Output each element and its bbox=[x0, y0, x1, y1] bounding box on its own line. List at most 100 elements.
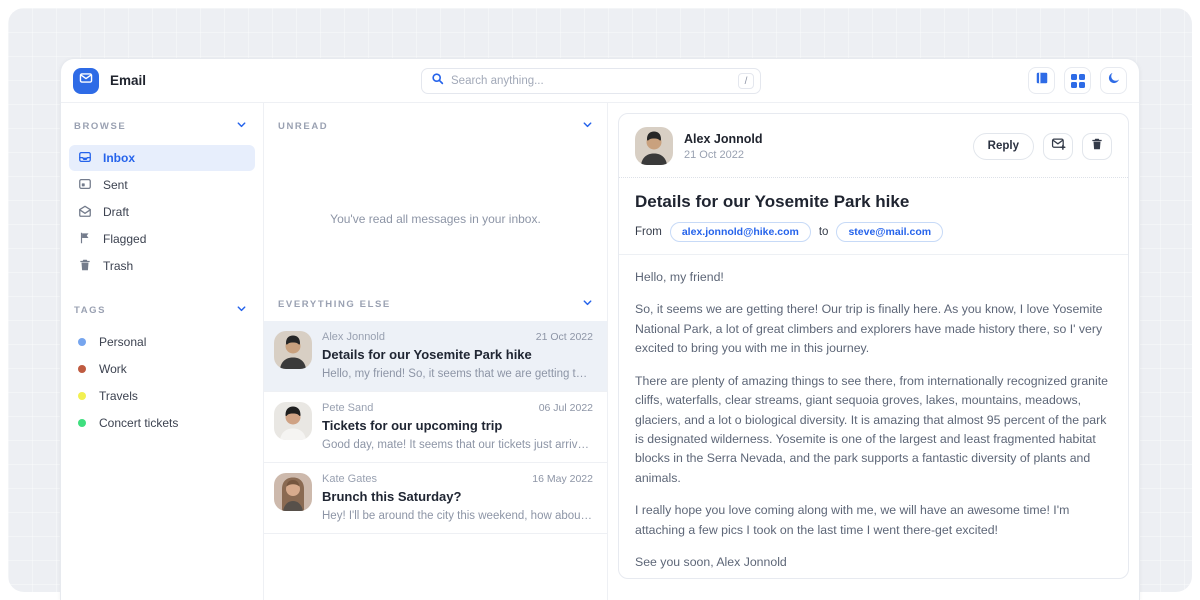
tags-section-header[interactable]: TAGS bbox=[61, 301, 263, 329]
avatar bbox=[274, 473, 312, 511]
detail-date: 21 Oct 2022 bbox=[684, 149, 762, 161]
detail-actions: Reply bbox=[973, 133, 1112, 160]
divider bbox=[619, 177, 1128, 178]
avatar bbox=[274, 331, 312, 369]
from-email-chip[interactable]: alex.jonnold@hike.com bbox=[670, 222, 811, 242]
tag-item-personal[interactable]: Personal bbox=[69, 329, 255, 355]
email-preview: Good day, mate! It seems that our ticket… bbox=[322, 439, 593, 451]
sidebar-item-label: Sent bbox=[103, 178, 128, 192]
email-date: 06 Jul 2022 bbox=[539, 402, 593, 414]
to-label: to bbox=[819, 226, 829, 238]
apps-grid-button[interactable] bbox=[1064, 67, 1091, 94]
body-paragraph: Hello, my friend! bbox=[635, 268, 1112, 287]
email-list-item[interactable]: Kate Gates 16 May 2022 Brunch this Satur… bbox=[264, 463, 607, 534]
search-icon bbox=[431, 72, 444, 90]
sidebar-item-label: Trash bbox=[103, 259, 133, 273]
sidebar-item-label: Inbox bbox=[103, 151, 135, 165]
email-sender: Pete Sand bbox=[322, 402, 373, 414]
trash-icon bbox=[1090, 137, 1104, 156]
trash-icon bbox=[78, 258, 92, 275]
email-sender: Kate Gates bbox=[322, 473, 377, 485]
tag-label: Travels bbox=[99, 389, 138, 403]
apps-grid-icon bbox=[1071, 74, 1085, 88]
tag-item-concert-tickets[interactable]: Concert tickets bbox=[69, 410, 255, 436]
email-list-item[interactable]: Alex Jonnold 21 Oct 2022 Details for our… bbox=[264, 321, 607, 392]
browse-section-header[interactable]: BROWSE bbox=[61, 117, 263, 145]
tag-label: Personal bbox=[99, 335, 146, 349]
email-meta: Alex Jonnold 21 Oct 2022 Details for our… bbox=[322, 331, 593, 380]
chevron-down-icon[interactable] bbox=[582, 295, 593, 313]
everything-else-label: EVERYTHING ELSE bbox=[278, 299, 391, 310]
search-bar[interactable]: / bbox=[421, 68, 761, 94]
chevron-down-icon[interactable] bbox=[582, 117, 593, 135]
email-subject: Brunch this Saturday? bbox=[322, 489, 593, 504]
tag-item-travels[interactable]: Travels bbox=[69, 383, 255, 409]
delete-button[interactable] bbox=[1082, 133, 1112, 160]
to-email-chip[interactable]: steve@mail.com bbox=[836, 222, 943, 242]
notebook-button[interactable] bbox=[1028, 67, 1055, 94]
email-meta: Pete Sand 06 Jul 2022 Tickets for our up… bbox=[322, 402, 593, 451]
envelope-logo-icon bbox=[79, 71, 93, 90]
email-date: 16 May 2022 bbox=[532, 473, 593, 485]
tag-label: Concert tickets bbox=[99, 416, 178, 430]
unread-empty-text: You've read all messages in your inbox. bbox=[330, 212, 541, 226]
app-logo bbox=[73, 68, 99, 94]
forward-mail-button[interactable] bbox=[1043, 133, 1073, 160]
email-list-column: UNREAD You've read all messages in your … bbox=[264, 103, 608, 600]
moon-icon bbox=[1107, 71, 1121, 90]
email-preview: Hello, my friend! So, it seems that we a… bbox=[322, 368, 593, 380]
email-detail-column: Alex Jonnold 21 Oct 2022 Reply bbox=[608, 103, 1139, 600]
email-list-item[interactable]: Pete Sand 06 Jul 2022 Tickets for our up… bbox=[264, 392, 607, 463]
open-envelope-icon bbox=[78, 204, 92, 221]
sidebar-item-inbox[interactable]: Inbox bbox=[69, 145, 255, 171]
top-bar: Email / bbox=[61, 59, 1139, 103]
tag-color-dot bbox=[78, 392, 86, 400]
notebook-icon bbox=[1035, 71, 1049, 90]
chevron-down-icon[interactable] bbox=[236, 117, 247, 135]
body-paragraph: There are plenty of amazing things to se… bbox=[635, 372, 1112, 489]
everything-else-section-header[interactable]: EVERYTHING ELSE bbox=[264, 295, 607, 321]
topbar-actions bbox=[1028, 67, 1127, 94]
email-sender: Alex Jonnold bbox=[322, 331, 385, 343]
email-date: 21 Oct 2022 bbox=[536, 331, 593, 343]
tag-color-dot bbox=[78, 338, 86, 346]
email-body: Hello, my friend! So, it seems we are ge… bbox=[635, 268, 1112, 572]
unread-label: UNREAD bbox=[278, 121, 328, 132]
reply-button[interactable]: Reply bbox=[973, 133, 1034, 160]
email-app-window: Email / bbox=[60, 58, 1140, 600]
main-area: BROWSE Inbox Sent bbox=[61, 103, 1139, 600]
email-subject: Tickets for our upcoming trip bbox=[322, 418, 593, 433]
tags-label: TAGS bbox=[74, 305, 106, 316]
email-subject: Details for our Yosemite Park hike bbox=[322, 347, 593, 362]
sidebar-item-label: Draft bbox=[103, 205, 129, 219]
body-paragraph: See you soon, Alex Jonnold bbox=[635, 553, 1112, 572]
email-preview: Hey! I'll be around the city this weeken… bbox=[322, 510, 593, 522]
tags-section: TAGS Personal Work Travels bbox=[61, 301, 263, 436]
divider bbox=[619, 254, 1128, 255]
detail-header: Alex Jonnold 21 Oct 2022 Reply bbox=[635, 127, 1112, 165]
from-to-row: From alex.jonnold@hike.com to steve@mail… bbox=[635, 222, 1112, 242]
tag-color-dot bbox=[78, 419, 86, 427]
avatar bbox=[635, 127, 673, 165]
sidebar-item-label: Flagged bbox=[103, 232, 146, 246]
avatar bbox=[274, 402, 312, 440]
tag-item-work[interactable]: Work bbox=[69, 356, 255, 382]
unread-empty-state: You've read all messages in your inbox. bbox=[264, 143, 607, 295]
dark-mode-button[interactable] bbox=[1100, 67, 1127, 94]
email-meta: Kate Gates 16 May 2022 Brunch this Satur… bbox=[322, 473, 593, 522]
sent-icon bbox=[78, 177, 92, 194]
sidebar-item-sent[interactable]: Sent bbox=[69, 172, 255, 198]
detail-subject: Details for our Yosemite Park hike bbox=[635, 192, 1112, 212]
sidebar-item-draft[interactable]: Draft bbox=[69, 199, 255, 225]
chevron-down-icon[interactable] bbox=[236, 301, 247, 319]
sidebar-item-flagged[interactable]: Flagged bbox=[69, 226, 255, 252]
sidebar: BROWSE Inbox Sent bbox=[61, 103, 264, 600]
body-paragraph: I really hope you love coming along with… bbox=[635, 501, 1112, 540]
body-paragraph: So, it seems we are getting there! Our t… bbox=[635, 300, 1112, 358]
detail-sender-name: Alex Jonnold bbox=[684, 132, 762, 146]
browse-label: BROWSE bbox=[74, 121, 126, 132]
tag-color-dot bbox=[78, 365, 86, 373]
search-input[interactable] bbox=[451, 75, 738, 87]
unread-section-header[interactable]: UNREAD bbox=[264, 117, 607, 143]
sidebar-item-trash[interactable]: Trash bbox=[69, 253, 255, 279]
